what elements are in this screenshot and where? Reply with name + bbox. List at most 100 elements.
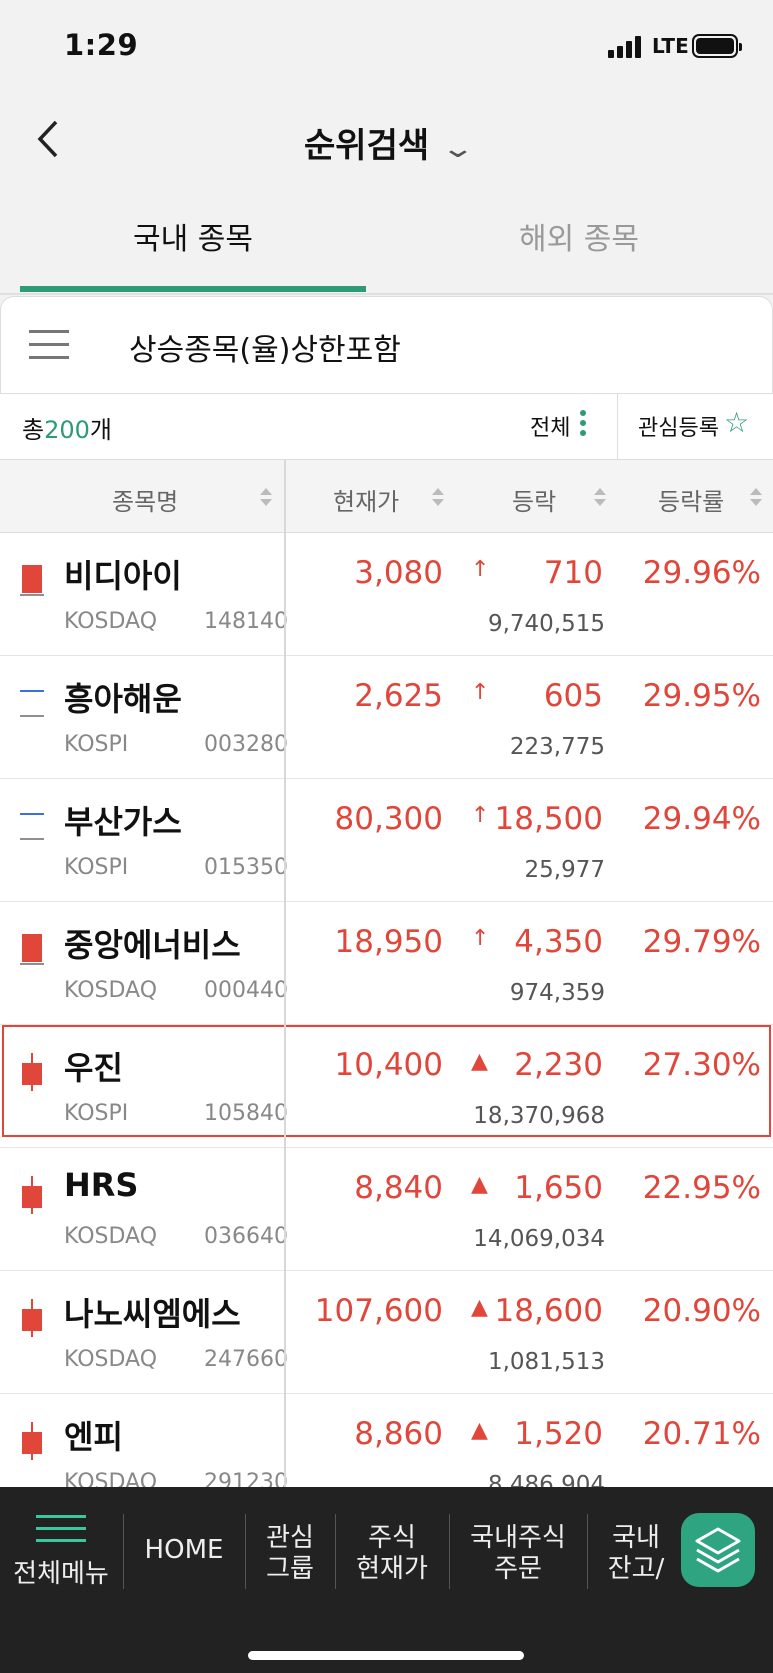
stock-change-rate: 20.71% xyxy=(642,1416,761,1452)
tab-domestic[interactable]: 국내 종목 xyxy=(0,214,386,258)
sort-icon[interactable] xyxy=(432,488,444,506)
active-tab-indicator xyxy=(20,286,366,292)
sort-icon[interactable] xyxy=(260,488,272,506)
sort-icon[interactable] xyxy=(594,488,606,506)
candle-icon xyxy=(20,930,44,966)
page-title-dropdown[interactable]: 순위검색 ⌄ xyxy=(0,118,773,167)
nav-domestic-balance[interactable]: 국내 잔고/ xyxy=(588,1523,684,1585)
stock-name: 나노씨엠에스 xyxy=(64,1295,241,1333)
all-filter-button[interactable]: 전체 xyxy=(530,410,570,442)
watchlist-add-button[interactable]: 관심등록 xyxy=(638,410,719,442)
total-number: 200 xyxy=(44,416,90,444)
table-row[interactable]: 엔피 KOSDAQ 291230 8,860 ▲ 1,520 8,486,904 20.71% xyxy=(0,1394,773,1488)
stock-name: HRS xyxy=(64,1166,139,1204)
stock-change-rate: 20.90% xyxy=(642,1293,761,1329)
stock-volume: 974,359 xyxy=(509,980,605,1006)
stock-market: KOSPI xyxy=(64,855,129,880)
filter-card[interactable]: 상승종목(율)상한포함 xyxy=(0,296,773,394)
page-title: 순위검색 xyxy=(304,126,430,166)
total-prefix: 총 xyxy=(22,416,45,444)
col-header-price[interactable]: 현재가 xyxy=(333,482,399,517)
sort-icon[interactable] xyxy=(750,488,762,506)
candle-icon xyxy=(20,1422,44,1460)
stock-price: 10,400 xyxy=(334,1047,443,1083)
stock-change: 4,350 xyxy=(514,924,603,960)
nav-home[interactable]: HOME xyxy=(124,1535,244,1566)
stock-code: 003280 xyxy=(204,732,288,757)
candle-icon xyxy=(20,561,44,597)
stock-change: 2,230 xyxy=(514,1047,603,1083)
table-row[interactable]: 부산가스 KOSPI 015350 80,300 ↑ 18,500 25,977 29.94% xyxy=(0,779,773,902)
stock-change: 1,520 xyxy=(514,1416,603,1452)
stock-volume: 1,081,513 xyxy=(487,1349,605,1375)
table-header: 종목명 현재가 등락 등락률 xyxy=(0,460,773,533)
stock-price: 8,860 xyxy=(354,1416,443,1452)
col-header-change[interactable]: 등락 xyxy=(512,482,556,517)
stock-price: 107,600 xyxy=(314,1293,443,1329)
layers-icon xyxy=(695,1527,741,1573)
total-suffix: 개 xyxy=(89,416,112,444)
stock-name: 엔피 xyxy=(64,1418,123,1456)
screen: 1:29 LTE 순위검색 ⌄ 국내 종목 해외 종목 상승종목(율)상한포함 총… xyxy=(0,0,773,1673)
stock-code: 036640 xyxy=(204,1224,288,1249)
battery-icon xyxy=(692,34,742,58)
stock-volume: 9,740,515 xyxy=(487,611,605,637)
stock-change: 18,500 xyxy=(494,801,603,837)
header: 순위검색 ⌄ xyxy=(0,92,773,192)
table-row[interactable]: 우진 KOSPI 105840 10,400 ▲ 2,230 18,370,968 27.30… xyxy=(0,1025,773,1148)
stock-code: 015350 xyxy=(204,855,288,880)
stock-price: 8,840 xyxy=(354,1170,443,1206)
table-row[interactable]: 중앙에너비스 KOSDAQ 000440 18,950 ↑ 4,350 974,359 29.… xyxy=(0,902,773,1025)
candle-icon xyxy=(20,1176,44,1214)
stock-volume: 25,977 xyxy=(524,857,605,883)
stock-name: 부산가스 xyxy=(64,803,182,841)
up-arrow-icon: ▲ xyxy=(471,1418,488,1443)
nav-domestic-order[interactable]: 국내주식 주문 xyxy=(450,1523,586,1585)
nav-stock-price[interactable]: 주식 현재가 xyxy=(336,1523,448,1585)
tab-overseas[interactable]: 해외 종목 xyxy=(386,214,772,258)
up-arrow-icon: ↑ xyxy=(471,557,490,582)
up-arrow-icon: ▲ xyxy=(471,1295,488,1320)
col-header-rate[interactable]: 등락률 xyxy=(658,482,724,517)
stock-change-rate: 29.95% xyxy=(642,678,761,714)
up-arrow-icon: ▲ xyxy=(471,1049,488,1074)
stock-price: 80,300 xyxy=(334,801,443,837)
nav-all-menu[interactable]: 전체메뉴 xyxy=(0,1559,122,1590)
candle-icon xyxy=(20,1299,44,1337)
candle-icon xyxy=(20,1053,44,1091)
stock-market: KOSDAQ xyxy=(64,978,158,1003)
market-tabs: 국내 종목 해외 종목 xyxy=(0,200,773,295)
stock-name: 흥아해운 xyxy=(64,680,182,718)
table-row[interactable]: HRS KOSDAQ 036640 8,840 ▲ 1,650 14,069,034 22.9… xyxy=(0,1148,773,1271)
up-arrow-icon: ↑ xyxy=(471,803,490,828)
summary-bar: 총200개 전체 관심등록 ☆ xyxy=(0,394,773,460)
filter-label: 상승종목(율)상한포함 xyxy=(129,333,401,368)
stock-price: 3,080 xyxy=(354,555,443,591)
stock-code: 291230 xyxy=(204,1470,288,1488)
column-divider xyxy=(284,460,286,1490)
col-header-name[interactable]: 종목명 xyxy=(112,482,178,517)
star-icon[interactable]: ☆ xyxy=(724,406,749,439)
stock-change: 18,600 xyxy=(494,1293,603,1329)
layers-fab[interactable] xyxy=(681,1513,755,1587)
network-label: LTE xyxy=(652,34,689,58)
stock-name: 중앙에너비스 xyxy=(64,926,241,964)
stock-market: KOSPI xyxy=(64,732,129,757)
up-arrow-icon: ↑ xyxy=(471,926,490,951)
nav-watch-group[interactable]: 관심 그룹 xyxy=(246,1523,334,1585)
table-row[interactable]: 흥아해운 KOSPI 003280 2,625 ↑ 605 223,775 29.95% xyxy=(0,656,773,779)
table-row[interactable]: 나노씨엠에스 KOSDAQ 247660 107,600 ▲ 18,600 1,081,51… xyxy=(0,1271,773,1394)
stock-change-rate: 27.30% xyxy=(642,1047,761,1083)
stock-code: 105840 xyxy=(204,1101,288,1126)
stock-code: 247660 xyxy=(204,1347,288,1372)
stock-volume: 223,775 xyxy=(509,734,605,760)
filter-menu-icon[interactable] xyxy=(29,330,69,360)
up-arrow-icon: ↑ xyxy=(471,680,490,705)
stock-change-rate: 29.94% xyxy=(642,801,761,837)
table-row[interactable]: 비디아이 KOSDAQ 148140 3,080 ↑ 710 9,740,515 29.96% xyxy=(0,533,773,656)
total-count: 총200개 xyxy=(22,410,112,445)
stock-change-rate: 29.96% xyxy=(642,555,761,591)
menu-icon[interactable] xyxy=(36,1515,86,1543)
more-dots-icon[interactable] xyxy=(580,410,586,436)
stock-volume: 8,486,904 xyxy=(487,1472,605,1488)
